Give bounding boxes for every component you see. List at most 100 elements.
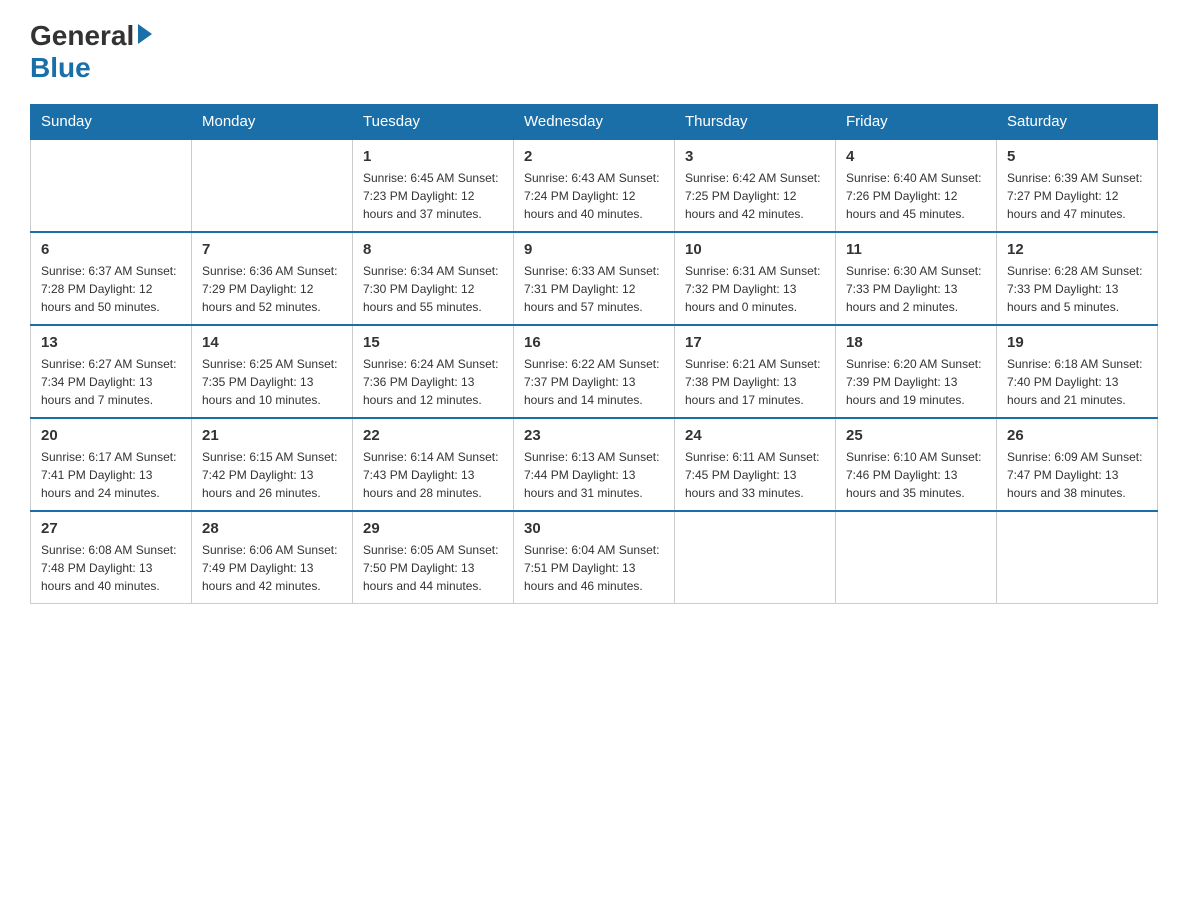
day-of-week-header: Thursday [675, 105, 836, 140]
calendar-cell: 23 Sunrise: 6:13 AM Sunset: 7:44 PM Dayli… [514, 418, 675, 511]
calendar-cell [836, 511, 997, 604]
day-number: 14 [202, 334, 342, 351]
calendar-cell: 25Sunrise: 6:10 AM Sunset: 7:46 PM Dayli… [836, 418, 997, 511]
day-number: 11 [846, 241, 986, 258]
calendar-cell: 2 Sunrise: 6:43 AM Sunset: 7:24 PM Daylig… [514, 139, 675, 232]
day-number: 6 [41, 241, 181, 258]
calendar-cell: 6 Sunrise: 6:37 AM Sunset: 7:28 PM Daylig… [31, 232, 192, 325]
day-info: Sunrise: 6:37 AM Sunset: 7:28 PM Dayligh… [41, 262, 181, 316]
day-number: 29 [363, 520, 503, 537]
day-info: Sunrise: 6:25 AM Sunset: 7:35 PM Dayligh… [202, 355, 342, 409]
calendar-cell: 26 Sunrise: 6:09 AM Sunset: 7:47 PM Dayli… [997, 418, 1158, 511]
calendar-cell: 21 Sunrise: 6:15 AM Sunset: 7:42 PM Dayli… [192, 418, 353, 511]
calendar-cell: 7 Sunrise: 6:36 AM Sunset: 7:29 PM Daylig… [192, 232, 353, 325]
day-info: Sunrise: 6:18 AM Sunset: 7:40 PM Dayligh… [1007, 355, 1147, 409]
day-number: 24 [685, 427, 825, 444]
day-number: 1 [363, 148, 503, 165]
calendar-cell: 1 Sunrise: 6:45 AM Sunset: 7:23 PM Daylig… [353, 139, 514, 232]
day-of-week-header: Tuesday [353, 105, 514, 140]
day-of-week-header: Wednesday [514, 105, 675, 140]
calendar-cell: 22 Sunrise: 6:14 AM Sunset: 7:43 PM Dayli… [353, 418, 514, 511]
logo-arrow-icon [138, 24, 152, 44]
day-info: Sunrise: 6:04 AM Sunset: 7:51 PM Dayligh… [524, 541, 664, 595]
calendar-cell: 17Sunrise: 6:21 AM Sunset: 7:38 PM Dayli… [675, 325, 836, 418]
calendar-cell: 28 Sunrise: 6:06 AM Sunset: 7:49 PM Dayli… [192, 511, 353, 604]
calendar-cell: 18 Sunrise: 6:20 AM Sunset: 7:39 PM Dayli… [836, 325, 997, 418]
calendar-table: SundayMondayTuesdayWednesdayThursdayFrid… [30, 104, 1158, 604]
calendar-cell: 3 Sunrise: 6:42 AM Sunset: 7:25 PM Daylig… [675, 139, 836, 232]
day-number: 20 [41, 427, 181, 444]
day-info: Sunrise: 6:36 AM Sunset: 7:29 PM Dayligh… [202, 262, 342, 316]
calendar-cell: 16 Sunrise: 6:22 AM Sunset: 7:37 PM Dayli… [514, 325, 675, 418]
day-number: 15 [363, 334, 503, 351]
calendar-cell: 14 Sunrise: 6:25 AM Sunset: 7:35 PM Dayli… [192, 325, 353, 418]
day-of-week-header: Friday [836, 105, 997, 140]
calendar-cell: 24 Sunrise: 6:11 AM Sunset: 7:45 PM Dayli… [675, 418, 836, 511]
day-info: Sunrise: 6:13 AM Sunset: 7:44 PM Dayligh… [524, 448, 664, 502]
day-info: Sunrise: 6:20 AM Sunset: 7:39 PM Dayligh… [846, 355, 986, 409]
day-info: Sunrise: 6:24 AM Sunset: 7:36 PM Dayligh… [363, 355, 503, 409]
day-info: Sunrise: 6:06 AM Sunset: 7:49 PM Dayligh… [202, 541, 342, 595]
day-info: Sunrise: 6:30 AM Sunset: 7:33 PM Dayligh… [846, 262, 986, 316]
day-number: 13 [41, 334, 181, 351]
day-number: 26 [1007, 427, 1147, 444]
logo-general-text: General [30, 20, 134, 52]
calendar-week-row: 6 Sunrise: 6:37 AM Sunset: 7:28 PM Daylig… [31, 232, 1158, 325]
day-info: Sunrise: 6:42 AM Sunset: 7:25 PM Dayligh… [685, 169, 825, 223]
day-number: 22 [363, 427, 503, 444]
day-info: Sunrise: 6:09 AM Sunset: 7:47 PM Dayligh… [1007, 448, 1147, 502]
calendar-cell: 20 Sunrise: 6:17 AM Sunset: 7:41 PM Dayli… [31, 418, 192, 511]
day-number: 5 [1007, 148, 1147, 165]
day-number: 21 [202, 427, 342, 444]
day-info: Sunrise: 6:28 AM Sunset: 7:33 PM Dayligh… [1007, 262, 1147, 316]
day-number: 30 [524, 520, 664, 537]
day-info: Sunrise: 6:34 AM Sunset: 7:30 PM Dayligh… [363, 262, 503, 316]
calendar-cell: 9 Sunrise: 6:33 AM Sunset: 7:31 PM Daylig… [514, 232, 675, 325]
calendar-cell [675, 511, 836, 604]
day-number: 4 [846, 148, 986, 165]
day-number: 17 [685, 334, 825, 351]
day-info: Sunrise: 6:15 AM Sunset: 7:42 PM Dayligh… [202, 448, 342, 502]
calendar-cell [31, 139, 192, 232]
day-info: Sunrise: 6:17 AM Sunset: 7:41 PM Dayligh… [41, 448, 181, 502]
day-number: 19 [1007, 334, 1147, 351]
calendar-cell [192, 139, 353, 232]
day-info: Sunrise: 6:22 AM Sunset: 7:37 PM Dayligh… [524, 355, 664, 409]
day-number: 28 [202, 520, 342, 537]
day-info: Sunrise: 6:33 AM Sunset: 7:31 PM Dayligh… [524, 262, 664, 316]
calendar-cell [997, 511, 1158, 604]
day-number: 8 [363, 241, 503, 258]
day-of-week-header: Saturday [997, 105, 1158, 140]
calendar-cell: 13 Sunrise: 6:27 AM Sunset: 7:34 PM Dayli… [31, 325, 192, 418]
day-number: 9 [524, 241, 664, 258]
calendar-cell: 12Sunrise: 6:28 AM Sunset: 7:33 PM Dayli… [997, 232, 1158, 325]
day-info: Sunrise: 6:45 AM Sunset: 7:23 PM Dayligh… [363, 169, 503, 223]
calendar-week-row: 20 Sunrise: 6:17 AM Sunset: 7:41 PM Dayli… [31, 418, 1158, 511]
day-of-week-header: Monday [192, 105, 353, 140]
day-number: 2 [524, 148, 664, 165]
calendar-week-row: 13 Sunrise: 6:27 AM Sunset: 7:34 PM Dayli… [31, 325, 1158, 418]
day-number: 10 [685, 241, 825, 258]
day-number: 16 [524, 334, 664, 351]
day-info: Sunrise: 6:43 AM Sunset: 7:24 PM Dayligh… [524, 169, 664, 223]
day-info: Sunrise: 6:39 AM Sunset: 7:27 PM Dayligh… [1007, 169, 1147, 223]
day-number: 3 [685, 148, 825, 165]
logo-blue-text: Blue [30, 52, 91, 83]
day-of-week-header: Sunday [31, 105, 192, 140]
day-info: Sunrise: 6:31 AM Sunset: 7:32 PM Dayligh… [685, 262, 825, 316]
calendar-header-row: SundayMondayTuesdayWednesdayThursdayFrid… [31, 105, 1158, 140]
calendar-week-row: 1 Sunrise: 6:45 AM Sunset: 7:23 PM Daylig… [31, 139, 1158, 232]
calendar-cell: 29Sunrise: 6:05 AM Sunset: 7:50 PM Dayli… [353, 511, 514, 604]
day-info: Sunrise: 6:27 AM Sunset: 7:34 PM Dayligh… [41, 355, 181, 409]
calendar-cell: 8 Sunrise: 6:34 AM Sunset: 7:30 PM Daylig… [353, 232, 514, 325]
calendar-cell: 30 Sunrise: 6:04 AM Sunset: 7:51 PM Dayli… [514, 511, 675, 604]
calendar-cell: 5 Sunrise: 6:39 AM Sunset: 7:27 PM Daylig… [997, 139, 1158, 232]
day-info: Sunrise: 6:14 AM Sunset: 7:43 PM Dayligh… [363, 448, 503, 502]
calendar-cell: 15 Sunrise: 6:24 AM Sunset: 7:36 PM Dayli… [353, 325, 514, 418]
calendar-cell: 11 Sunrise: 6:30 AM Sunset: 7:33 PM Dayli… [836, 232, 997, 325]
day-number: 7 [202, 241, 342, 258]
day-info: Sunrise: 6:08 AM Sunset: 7:48 PM Dayligh… [41, 541, 181, 595]
day-number: 18 [846, 334, 986, 351]
day-info: Sunrise: 6:11 AM Sunset: 7:45 PM Dayligh… [685, 448, 825, 502]
day-number: 23 [524, 427, 664, 444]
